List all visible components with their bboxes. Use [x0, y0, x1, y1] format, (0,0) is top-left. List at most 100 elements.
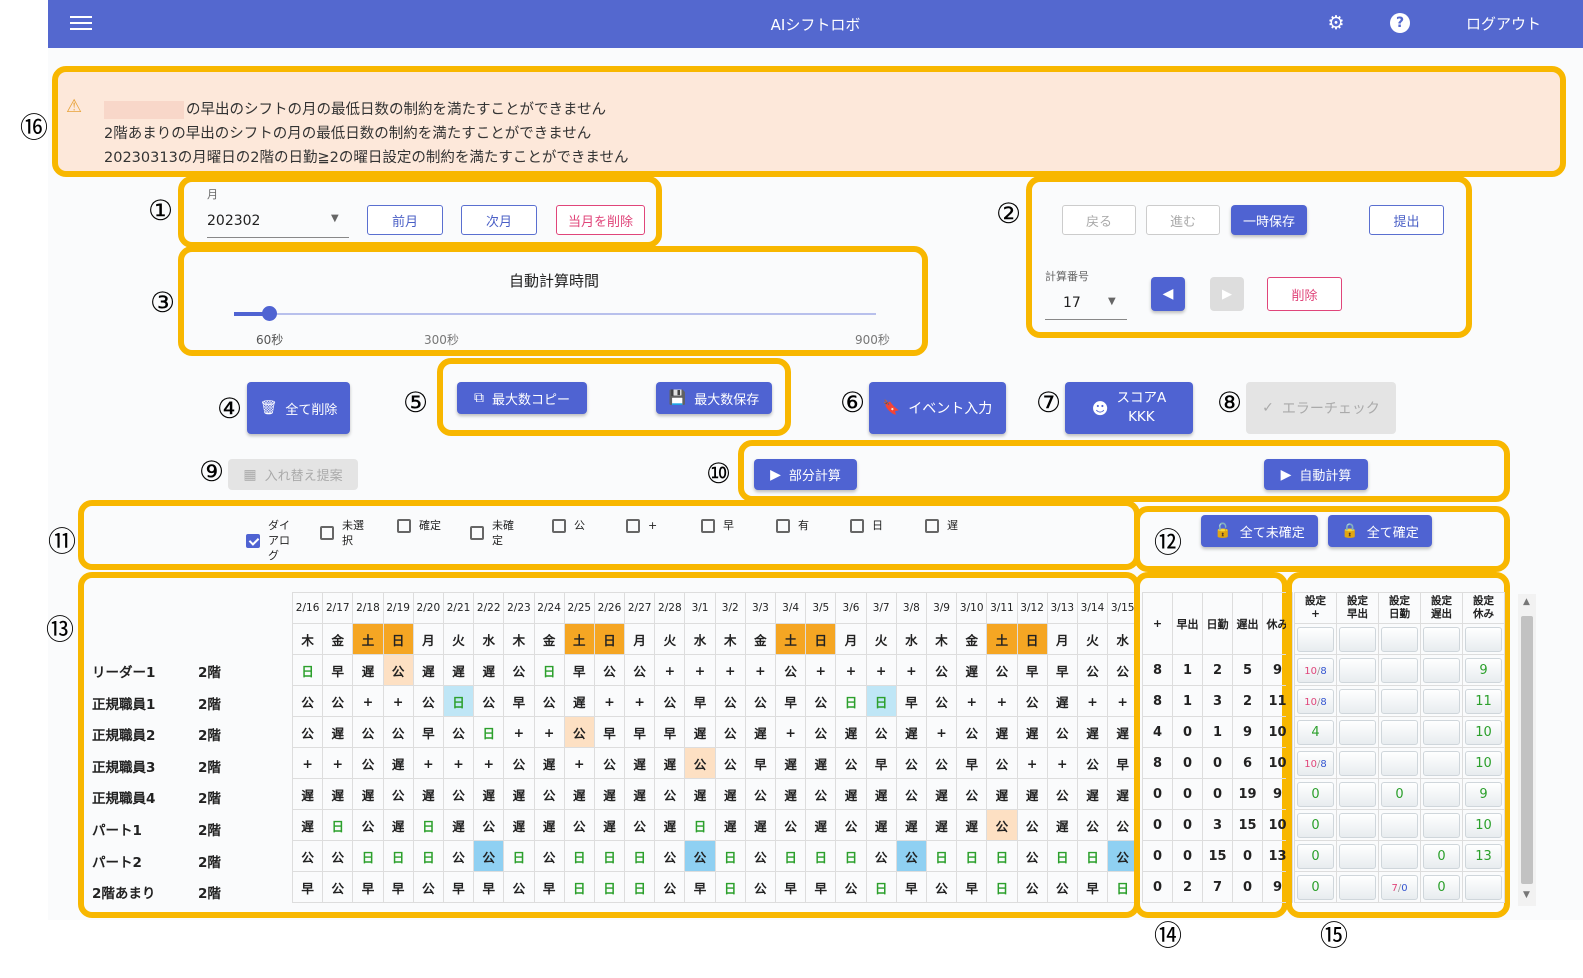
settings-key[interactable]: 0 [1297, 781, 1334, 807]
checkbox[interactable] [626, 518, 640, 533]
shift-cell[interactable]: 日 [865, 871, 897, 903]
shift-cell[interactable]: 公 [1016, 685, 1048, 717]
shift-cell[interactable]: 日 [593, 871, 626, 903]
shift-cell[interactable]: 遅 [382, 809, 414, 841]
settings-key[interactable]: 10 [1465, 812, 1502, 838]
next-month-button[interactable]: 次月 [461, 205, 537, 235]
shift-cell[interactable]: 公 [956, 716, 988, 748]
filter-day[interactable]: 日 [850, 518, 883, 533]
shift-cell[interactable]: 公 [442, 716, 475, 748]
shift-cell[interactable]: 公 [442, 778, 475, 810]
shift-cell[interactable]: 日 [835, 685, 867, 717]
checkbox[interactable] [320, 526, 334, 540]
checkbox[interactable] [397, 518, 411, 533]
help-icon[interactable]: ? [1388, 11, 1412, 35]
shift-cell[interactable]: 公 [714, 716, 746, 748]
shift-cell[interactable]: 公 [1076, 747, 1109, 779]
shift-cell[interactable]: 公 [986, 809, 1018, 841]
delete-calc-button[interactable]: 削除 [1267, 277, 1342, 311]
shift-cell[interactable]: 公 [352, 747, 384, 779]
settings-key[interactable] [1381, 626, 1418, 652]
shift-cell[interactable]: 日 [503, 840, 535, 872]
settings-key[interactable] [1423, 657, 1460, 683]
shift-cell[interactable]: 日 [442, 685, 475, 717]
shift-cell[interactable]: 日 [986, 840, 1018, 872]
settings-cell[interactable] [1378, 685, 1421, 717]
settings-key[interactable] [1381, 843, 1418, 869]
shift-cell[interactable]: 早 [533, 871, 565, 903]
settings-key[interactable]: 0 [1297, 874, 1334, 900]
shift-cell[interactable]: 早 [774, 685, 807, 717]
settings-cell[interactable] [1378, 654, 1421, 686]
shift-cell[interactable]: 早 [624, 716, 656, 748]
shift-cell[interactable]: 遅 [291, 778, 324, 810]
settings-cell[interactable] [1336, 840, 1379, 872]
shift-cell[interactable]: 公 [1076, 654, 1109, 686]
settings-cell[interactable]: 4 [1294, 716, 1337, 748]
shift-cell[interactable]: 遅 [654, 809, 686, 841]
temp-save-button[interactable]: 一時保存 [1231, 205, 1307, 235]
settings-cell[interactable] [1336, 871, 1379, 903]
shift-cell[interactable]: 日 [714, 840, 746, 872]
settings-cell[interactable]: 0 [1420, 840, 1463, 872]
shift-cell[interactable]: 遅 [895, 809, 927, 841]
delete-month-button[interactable]: 当月を削除 [556, 205, 645, 235]
shift-cell[interactable]: 日 [684, 809, 716, 841]
shift-cell[interactable]: 公 [714, 747, 746, 779]
shift-cell[interactable]: 遅 [1076, 778, 1109, 810]
shift-cell[interactable]: 遅 [563, 778, 595, 810]
shift-cell[interactable]: 早 [442, 871, 475, 903]
shift-cell[interactable]: 公 [563, 716, 595, 748]
shift-cell[interactable]: 公 [563, 809, 595, 841]
filter-early[interactable]: 早 [701, 518, 734, 533]
shift-cell[interactable]: 早 [774, 871, 807, 903]
shift-cell[interactable]: + [865, 654, 897, 686]
shift-cell[interactable]: 公 [322, 840, 354, 872]
shift-cell[interactable]: 早 [503, 685, 535, 717]
shift-cell[interactable]: 遅 [835, 778, 867, 810]
shift-cell[interactable]: 早 [291, 871, 324, 903]
settings-cell[interactable]: 0 [1294, 871, 1337, 903]
shift-cell[interactable]: 遅 [533, 809, 565, 841]
settings-cell[interactable]: 0 [1294, 809, 1337, 841]
scroll-up-icon[interactable]: ▲ [1523, 597, 1530, 607]
shift-cell[interactable]: 遅 [473, 778, 505, 810]
settings-cell[interactable] [1462, 871, 1505, 903]
settings-cell[interactable] [1420, 716, 1463, 748]
shift-cell[interactable]: 遅 [805, 809, 837, 841]
shift-cell[interactable]: 早 [956, 747, 988, 779]
shift-cell[interactable]: 公 [593, 747, 626, 779]
checkbox[interactable] [470, 526, 484, 540]
shift-cell[interactable]: 日 [1046, 840, 1078, 872]
settings-key[interactable] [1339, 781, 1376, 807]
shift-cell[interactable]: 日 [412, 809, 444, 841]
settings-key[interactable]: 0 [1297, 843, 1334, 869]
shift-cell[interactable]: 公 [835, 871, 867, 903]
shift-cell[interactable]: + [533, 716, 565, 748]
settings-key[interactable] [1381, 719, 1418, 745]
shift-cell[interactable]: 公 [1016, 871, 1048, 903]
settings-key[interactable] [1423, 688, 1460, 714]
shift-cell[interactable]: 公 [1076, 809, 1109, 841]
settings-cell[interactable]: 9 [1462, 654, 1505, 686]
shift-cell[interactable]: 公 [925, 685, 958, 717]
settings-cell[interactable]: 11 [1462, 685, 1505, 717]
settings-cell[interactable] [1378, 716, 1421, 748]
settings-key[interactable] [1381, 750, 1418, 776]
shift-cell[interactable]: 公 [1046, 778, 1078, 810]
shift-cell[interactable]: + [835, 654, 867, 686]
shift-cell[interactable]: 遅 [835, 716, 867, 748]
shift-cell[interactable]: 遅 [503, 809, 535, 841]
shift-cell[interactable]: 公 [322, 871, 354, 903]
shift-cell[interactable]: 遅 [684, 778, 716, 810]
shift-cell[interactable]: 遅 [291, 809, 324, 841]
shift-cell[interactable]: 公 [654, 840, 686, 872]
settings-cell[interactable]: 10/8 [1294, 685, 1337, 717]
filter-late[interactable]: 遅 [925, 518, 958, 533]
shift-cell[interactable]: 遅 [925, 809, 958, 841]
shift-cell[interactable]: 公 [925, 747, 958, 779]
settings-key[interactable]: 9 [1465, 781, 1502, 807]
shift-cell[interactable]: + [503, 716, 535, 748]
shift-cell[interactable]: 公 [503, 871, 535, 903]
shift-cell[interactable]: 遅 [382, 747, 414, 779]
